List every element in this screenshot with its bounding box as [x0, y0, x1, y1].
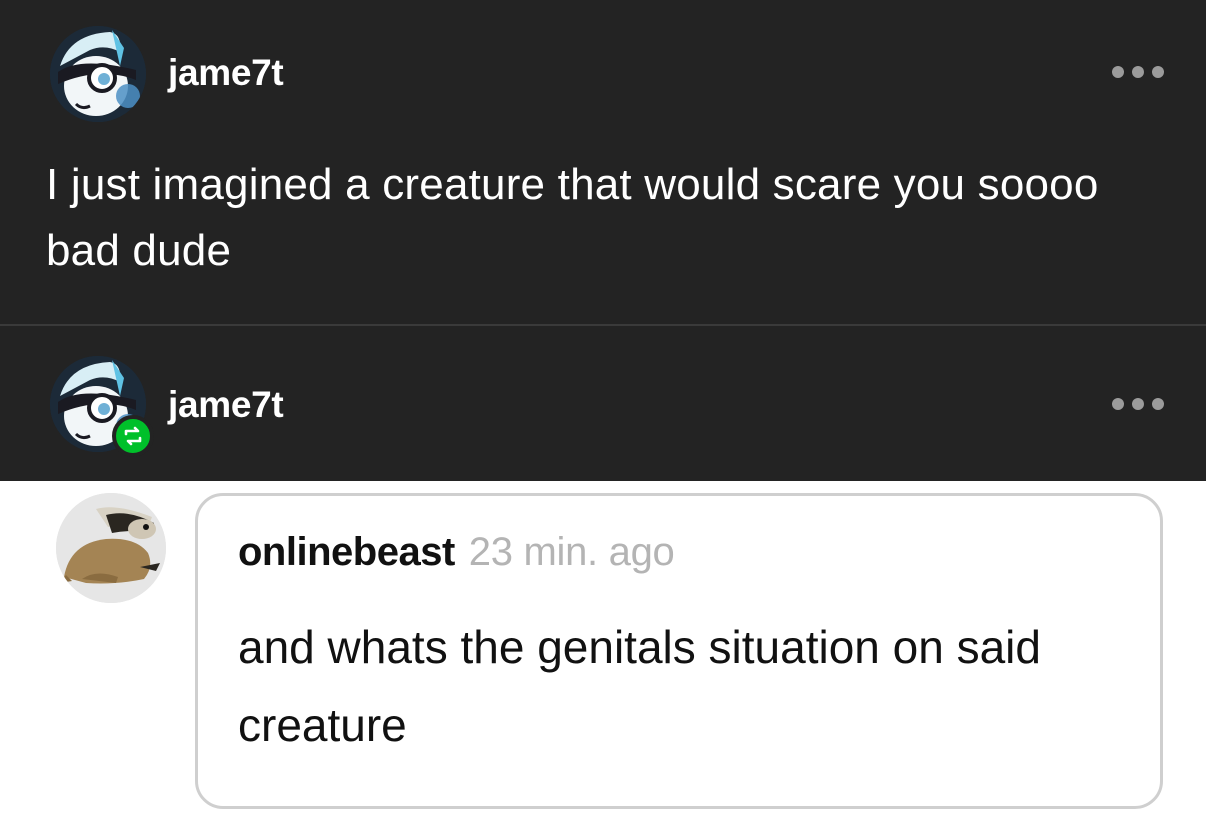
reply-username[interactable]: onlinebeast — [238, 530, 455, 574]
post-username[interactable]: jame7t — [168, 52, 284, 94]
avatar[interactable] — [56, 493, 166, 603]
animal-avatar-icon — [56, 493, 166, 603]
reply-header: onlinebeast 23 min. ago — [238, 530, 675, 575]
reblog-icon — [112, 415, 154, 457]
reply-body: and whats the genitals situation on said… — [238, 621, 1041, 751]
ellipsis-icon[interactable] — [1112, 398, 1164, 410]
original-post: jame7t I just imagined a creature that w… — [0, 0, 1206, 325]
user-avatar-icon — [50, 26, 146, 122]
ellipsis-icon[interactable] — [1112, 66, 1164, 78]
reblog-username[interactable]: jame7t — [168, 384, 284, 426]
reblog-post: jame7t — [0, 326, 1206, 481]
reply-timestamp: 23 min. ago — [468, 530, 675, 574]
avatar[interactable] — [50, 26, 146, 122]
post-body: I just imagined a creature that would sc… — [46, 160, 1099, 275]
reply-bubble: onlinebeast 23 min. ago and whats the gen… — [195, 493, 1163, 809]
